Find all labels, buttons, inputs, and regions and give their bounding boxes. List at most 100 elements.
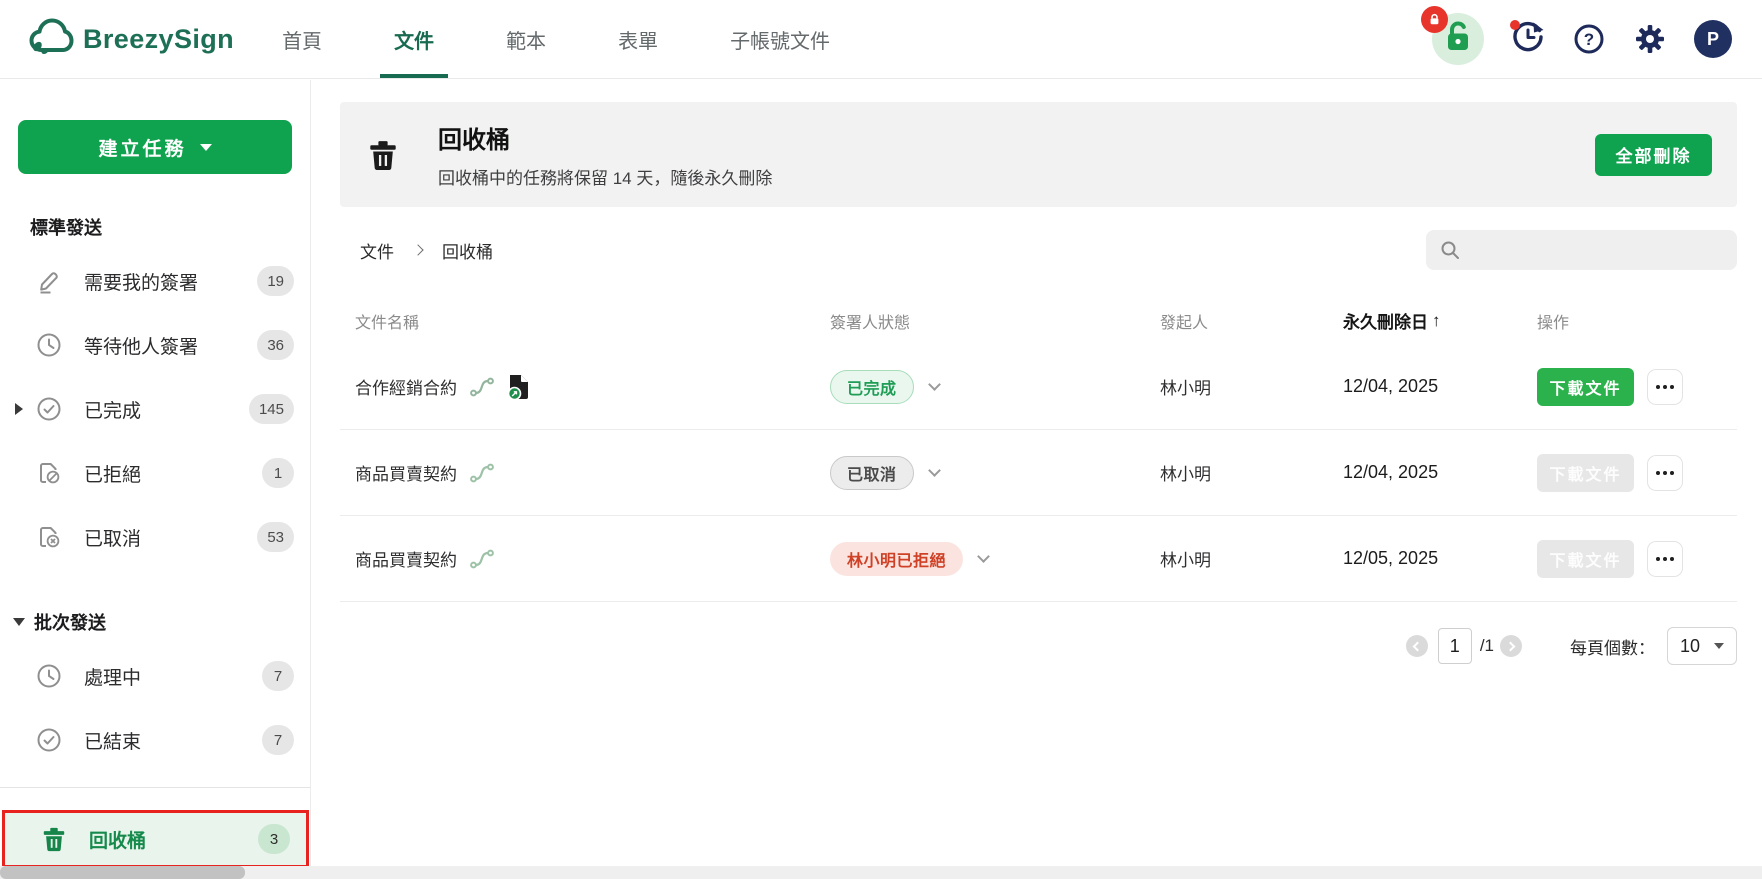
count-badge: 19 bbox=[257, 266, 294, 296]
permanent-delete-date: 12/05, 2025 bbox=[1343, 548, 1537, 569]
sidebar-item-completed[interactable]: 已完成 145 bbox=[0, 377, 310, 441]
sort-asc-icon: ↑ bbox=[1432, 311, 1441, 331]
count-badge: 7 bbox=[262, 725, 294, 755]
status-badge[interactable]: 已取消 bbox=[830, 456, 914, 490]
open-lock-icon bbox=[1443, 21, 1473, 58]
sidebar-item-recycle-bin[interactable]: 回收桶 3 bbox=[5, 813, 306, 865]
sidebar-item-label: 等待他人簽署 bbox=[84, 332, 198, 359]
page-subtitle: 回收桶中的任務將保留 14 天，隨後永久刪除 bbox=[438, 164, 772, 189]
sidebar-item-cancelled[interactable]: 已取消 53 bbox=[0, 505, 310, 569]
user-avatar[interactable]: P bbox=[1694, 20, 1732, 58]
trash-icon bbox=[368, 138, 398, 172]
sidebar-item-label: 已完成 bbox=[84, 396, 141, 423]
brand-name: BreezySign bbox=[83, 24, 234, 55]
search-input[interactable] bbox=[1470, 241, 1725, 259]
horizontal-scrollbar[interactable] bbox=[0, 866, 1762, 879]
sidebar-item-label: 已拒絕 bbox=[84, 460, 141, 487]
header-actions: ? P bbox=[1432, 13, 1732, 65]
expand-caret-icon[interactable] bbox=[15, 403, 23, 415]
signed-document-icon bbox=[507, 373, 531, 401]
permanent-delete-date: 12/04, 2025 bbox=[1343, 376, 1537, 397]
column-initiator: 發起人 bbox=[1160, 309, 1343, 333]
table-row: 合作經銷合約 已完成 林小明 12/04, 2025 bbox=[340, 344, 1737, 430]
section-batch-send[interactable]: 批次發送 bbox=[0, 610, 310, 634]
sidebar-item-processing[interactable]: 處理中 7 bbox=[0, 644, 310, 708]
download-button-disabled: 下載文件 bbox=[1537, 454, 1634, 492]
sidebar-item-waiting-others[interactable]: 等待他人簽署 36 bbox=[0, 313, 310, 377]
create-task-button[interactable]: 建立任務 bbox=[18, 120, 292, 174]
more-actions-button[interactable] bbox=[1647, 369, 1683, 405]
initiator-name: 林小明 bbox=[1160, 546, 1343, 571]
workflow-icon bbox=[469, 461, 495, 485]
sidebar-item-label: 已結束 bbox=[84, 727, 141, 754]
search-box[interactable] bbox=[1426, 230, 1737, 270]
chevron-down-icon[interactable] bbox=[977, 550, 990, 563]
search-icon bbox=[1440, 240, 1460, 260]
sidebar-item-rejected[interactable]: 已拒絕 1 bbox=[0, 441, 310, 505]
sidebar-item-need-my-signature[interactable]: 需要我的簽署 19 bbox=[0, 249, 310, 313]
settings-button[interactable] bbox=[1632, 21, 1668, 57]
page-total: /1 bbox=[1480, 636, 1494, 656]
notification-badge bbox=[1421, 6, 1448, 33]
collapse-caret-icon bbox=[13, 618, 25, 626]
svg-text:?: ? bbox=[1584, 30, 1594, 49]
nav-item-subaccount-docs[interactable]: 子帳號文件 bbox=[694, 0, 866, 78]
help-button[interactable]: ? bbox=[1572, 22, 1606, 56]
trash-icon bbox=[41, 826, 67, 852]
nav-item-home[interactable]: 首頁 bbox=[246, 0, 358, 78]
status-badge[interactable]: 林小明已拒絕 bbox=[830, 542, 963, 576]
count-badge: 53 bbox=[257, 522, 294, 552]
cloud-logo-icon bbox=[28, 17, 74, 62]
column-actions: 操作 bbox=[1537, 309, 1737, 333]
download-button[interactable]: 下載文件 bbox=[1537, 368, 1634, 406]
breadcrumb-row: 文件 回收桶 bbox=[340, 230, 1737, 270]
check-circle-icon bbox=[36, 727, 62, 753]
document-name[interactable]: 商品買賣契約 bbox=[355, 460, 457, 485]
breadcrumb-recycle-bin[interactable]: 回收桶 bbox=[442, 238, 493, 263]
next-page-button[interactable] bbox=[1500, 635, 1522, 657]
initiator-name: 林小明 bbox=[1160, 460, 1343, 485]
main-content: 回收桶 回收桶中的任務將保留 14 天，隨後永久刪除 全部刪除 文件 回收桶 文… bbox=[312, 80, 1762, 866]
document-name[interactable]: 合作經銷合約 bbox=[355, 374, 457, 399]
breadcrumb-documents[interactable]: 文件 bbox=[360, 238, 394, 263]
pagination: /1 每頁個數： 10 bbox=[340, 627, 1737, 665]
chevron-down-icon[interactable] bbox=[928, 464, 941, 477]
more-actions-button[interactable] bbox=[1647, 455, 1683, 491]
initiator-name: 林小明 bbox=[1160, 374, 1343, 399]
nav-item-forms[interactable]: 表單 bbox=[582, 0, 694, 78]
brand-logo[interactable]: BreezySign bbox=[28, 17, 234, 62]
recycle-bin-table: 文件名稱 簽署人狀態 發起人 永久刪除日 ↑ 操作 合作經銷合約 bbox=[340, 297, 1737, 602]
column-permanent-delete-date[interactable]: 永久刪除日 ↑ bbox=[1343, 308, 1537, 333]
pencil-icon bbox=[36, 268, 62, 294]
per-page-select[interactable]: 10 bbox=[1667, 627, 1737, 665]
sidebar: 建立任務 標準發送 需要我的簽署 19 等待他人簽署 36 已完成 145 bbox=[0, 80, 311, 866]
chevron-down-icon[interactable] bbox=[928, 378, 941, 391]
sidebar-item-label: 已取消 bbox=[84, 524, 141, 551]
status-badge[interactable]: 已完成 bbox=[830, 370, 914, 404]
notification-dot bbox=[1510, 20, 1520, 30]
history-button[interactable] bbox=[1510, 19, 1546, 60]
download-button-disabled: 下載文件 bbox=[1537, 540, 1634, 578]
table-row: 商品買賣契約 已取消 林小明 12/04, 2025 下載文件 bbox=[340, 430, 1737, 516]
caret-down-icon bbox=[200, 144, 212, 151]
column-document-name: 文件名稱 bbox=[355, 309, 830, 333]
sidebar-item-label: 處理中 bbox=[84, 663, 141, 690]
chevron-left-icon bbox=[1413, 641, 1423, 651]
nav-item-templates[interactable]: 範本 bbox=[470, 0, 582, 78]
more-actions-button[interactable] bbox=[1647, 541, 1683, 577]
nav-item-documents[interactable]: 文件 bbox=[358, 0, 470, 78]
chevron-right-icon bbox=[1505, 641, 1515, 651]
doc-rejected-icon bbox=[36, 460, 62, 486]
sidebar-item-label: 回收桶 bbox=[89, 826, 146, 853]
scrollbar-thumb[interactable] bbox=[0, 866, 245, 879]
chevron-right-icon bbox=[412, 244, 423, 255]
page-input[interactable] bbox=[1438, 628, 1472, 664]
count-badge: 1 bbox=[262, 458, 294, 488]
recycle-bin-banner: 回收桶 回收桶中的任務將保留 14 天，隨後永久刪除 全部刪除 bbox=[340, 102, 1737, 207]
security-lock-button[interactable] bbox=[1432, 13, 1484, 65]
previous-page-button[interactable] bbox=[1406, 635, 1428, 657]
delete-all-button[interactable]: 全部刪除 bbox=[1595, 134, 1712, 176]
workflow-icon bbox=[469, 547, 495, 571]
sidebar-item-finished[interactable]: 已結束 7 bbox=[0, 708, 310, 772]
document-name[interactable]: 商品買賣契約 bbox=[355, 546, 457, 571]
